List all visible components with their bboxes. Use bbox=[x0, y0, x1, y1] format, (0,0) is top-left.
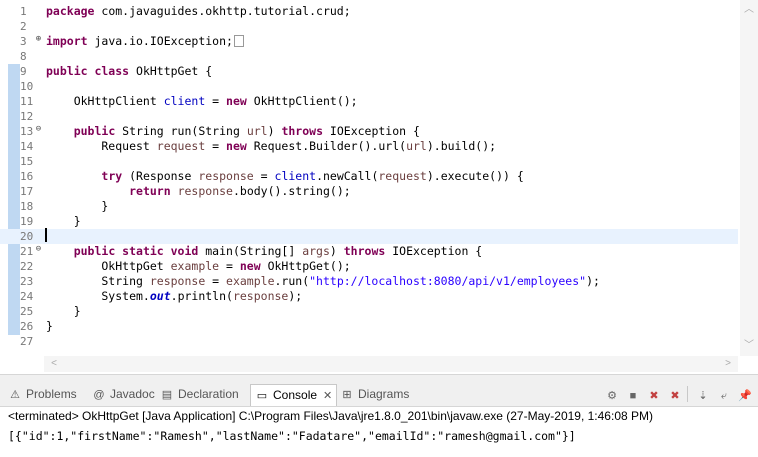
code-text: import java.io.IOException; bbox=[46, 34, 244, 49]
scroll-up-icon[interactable]: ︿ bbox=[740, 2, 758, 18]
code-line[interactable]: 26} bbox=[0, 319, 738, 334]
code-line[interactable]: 17 return response.body().string(); bbox=[0, 184, 738, 199]
line-number: 14 bbox=[20, 140, 34, 153]
line-number: 17 bbox=[20, 185, 34, 198]
tab-label: Javadoc bbox=[110, 387, 155, 401]
line-number: 24 bbox=[20, 290, 34, 303]
console-icon: ▭ bbox=[256, 390, 268, 402]
pin-console-icon[interactable]: 📌 bbox=[736, 387, 754, 405]
code-text: public static void main(String[] args) t… bbox=[73, 244, 483, 258]
code-line[interactable]: 8 bbox=[0, 49, 738, 64]
debug-icon[interactable]: ⚙ bbox=[603, 387, 621, 405]
code-line[interactable]: 25 } bbox=[0, 304, 738, 319]
remove-all-terminated-icon[interactable]: ✖ bbox=[666, 387, 684, 405]
code-line[interactable]: 27 bbox=[0, 334, 738, 349]
tab-javadoc[interactable]: @ Javadoc bbox=[92, 384, 155, 405]
code-line[interactable]: 2 bbox=[0, 19, 738, 34]
line-number: 26 bbox=[20, 320, 34, 333]
tab-declaration[interactable]: ▤ Declaration bbox=[160, 384, 239, 405]
code-line[interactable]: 3 ⊕ import java.io.IOException; bbox=[0, 34, 738, 49]
tab-problems[interactable]: ⚠ Problems bbox=[8, 384, 77, 405]
console-terminated-header: <terminated> OkHttpGet [Java Application… bbox=[8, 409, 653, 423]
line-number: 27 bbox=[20, 335, 34, 348]
code-line[interactable]: 10 bbox=[0, 79, 738, 94]
scroll-right-icon[interactable]: > bbox=[720, 356, 736, 372]
line-number: 10 bbox=[20, 80, 34, 93]
code-line[interactable]: 24 System.out.println(response); bbox=[0, 289, 738, 304]
code-text: return response.body().string(); bbox=[129, 184, 351, 198]
tab-label: Console bbox=[273, 388, 318, 402]
line-number: 20 bbox=[20, 230, 34, 243]
vertical-scrollbar[interactable]: ︿ ﹀ bbox=[740, 0, 758, 356]
tab-diagrams[interactable]: ⊞ Diagrams bbox=[340, 384, 409, 405]
expand-fold-icon[interactable]: ⊕ bbox=[34, 35, 43, 44]
code-text: String response = example.run("http://lo… bbox=[46, 274, 600, 288]
horizontal-scrollbar[interactable]: < > bbox=[44, 356, 738, 372]
close-icon[interactable]: ✕ bbox=[323, 390, 332, 402]
code-line[interactable]: 15 bbox=[0, 154, 738, 169]
tab-console[interactable]: ▭ Console ✕ bbox=[250, 384, 338, 406]
code-line[interactable]: 11 OkHttpClient client = new OkHttpClien… bbox=[0, 94, 738, 109]
scroll-lock-icon[interactable]: ⇣ bbox=[694, 387, 712, 405]
code-text: } bbox=[46, 304, 81, 318]
line-number: 19 bbox=[20, 215, 34, 228]
scroll-down-icon[interactable]: ﹀ bbox=[740, 338, 758, 354]
toolbar-separator bbox=[687, 386, 688, 402]
code-text: OkHttpClient client = new OkHttpClient()… bbox=[46, 94, 358, 108]
code-line[interactable]: 18 } bbox=[0, 199, 738, 214]
tab-label: Problems bbox=[26, 387, 77, 401]
code-text: } bbox=[46, 199, 109, 213]
code-text: OkHttpGet example = new OkHttpGet(); bbox=[46, 259, 351, 273]
line-number: 15 bbox=[20, 155, 34, 168]
code-line[interactable]: 16 try (Response response = client.newCa… bbox=[0, 169, 738, 184]
code-text: public String run(String url) throws IOE… bbox=[73, 124, 420, 138]
tab-label: Declaration bbox=[178, 387, 239, 401]
remove-launch-icon[interactable]: ✖ bbox=[645, 387, 663, 405]
text-caret bbox=[45, 228, 47, 242]
diagrams-icon: ⊞ bbox=[342, 389, 352, 401]
line-number: 2 bbox=[20, 20, 27, 33]
code-text: System.out.println(response); bbox=[46, 289, 303, 303]
line-number: 25 bbox=[20, 305, 34, 318]
terminate-icon[interactable]: ■ bbox=[624, 387, 642, 405]
declaration-icon: ▤ bbox=[161, 389, 173, 401]
console-view[interactable]: <terminated> OkHttpGet [Java Application… bbox=[0, 407, 758, 457]
code-text: Request request = new Request.Builder().… bbox=[46, 139, 497, 153]
line-number: 8 bbox=[20, 50, 27, 63]
word-wrap-icon[interactable]: ⤶ bbox=[715, 387, 733, 405]
code-line[interactable]: 20 bbox=[0, 229, 738, 244]
code-line[interactable]: 22 OkHttpGet example = new OkHttpGet(); bbox=[0, 259, 738, 274]
scroll-left-icon[interactable]: < bbox=[46, 356, 62, 372]
line-number: 9 bbox=[20, 65, 27, 78]
code-text: } bbox=[46, 319, 53, 333]
code-text: } bbox=[46, 214, 81, 228]
code-line[interactable]: 23 String response = example.run("http:/… bbox=[0, 274, 738, 289]
problems-icon: ⚠ bbox=[10, 389, 20, 401]
line-number: 22 bbox=[20, 260, 34, 273]
javadoc-icon: @ bbox=[93, 389, 105, 401]
code-editor[interactable]: 1 package com.javaguides.okhttp.tutorial.… bbox=[0, 0, 758, 374]
code-text: package com.javaguides.okhttp.tutorial.c… bbox=[46, 4, 351, 18]
code-line[interactable]: 12 bbox=[0, 109, 738, 124]
line-number: 18 bbox=[20, 200, 34, 213]
collapse-fold-icon[interactable]: ⊖ bbox=[34, 245, 43, 254]
code-line[interactable]: 13 ⊖ public String run(String url) throws… bbox=[0, 124, 738, 139]
console-output: [{"id":1,"firstName":"Ramesh","lastName"… bbox=[8, 429, 576, 443]
line-number: 12 bbox=[20, 110, 34, 123]
line-number: 23 bbox=[20, 275, 34, 288]
code-line[interactable]: 14 Request request = new Request.Builder… bbox=[0, 139, 738, 154]
collapse-fold-icon[interactable]: ⊖ bbox=[34, 125, 43, 134]
code-text: public class OkHttpGet { bbox=[46, 64, 213, 78]
code-line[interactable]: 21 ⊖ public static void main(String[] arg… bbox=[0, 244, 738, 259]
tab-label: Diagrams bbox=[358, 387, 410, 401]
line-number: 1 bbox=[20, 5, 27, 18]
code-text: try (Response response = client.newCall(… bbox=[101, 169, 524, 183]
line-number: 16 bbox=[20, 170, 34, 183]
console-toolbar: ⚙ ■ ✖ ✖ ⇣ ⤶ 📌 bbox=[600, 386, 754, 404]
code-line[interactable]: 19 } bbox=[0, 214, 738, 229]
line-number: 11 bbox=[20, 95, 34, 108]
views-tab-bar: ⚠ Problems @ Javadoc ▤ Declaration ▭ Console ✕ ⊞ D… bbox=[0, 382, 758, 407]
code-line[interactable]: 1 package com.javaguides.okhttp.tutorial.… bbox=[0, 4, 738, 19]
code-line[interactable]: 9 public class OkHttpGet { bbox=[0, 64, 738, 79]
